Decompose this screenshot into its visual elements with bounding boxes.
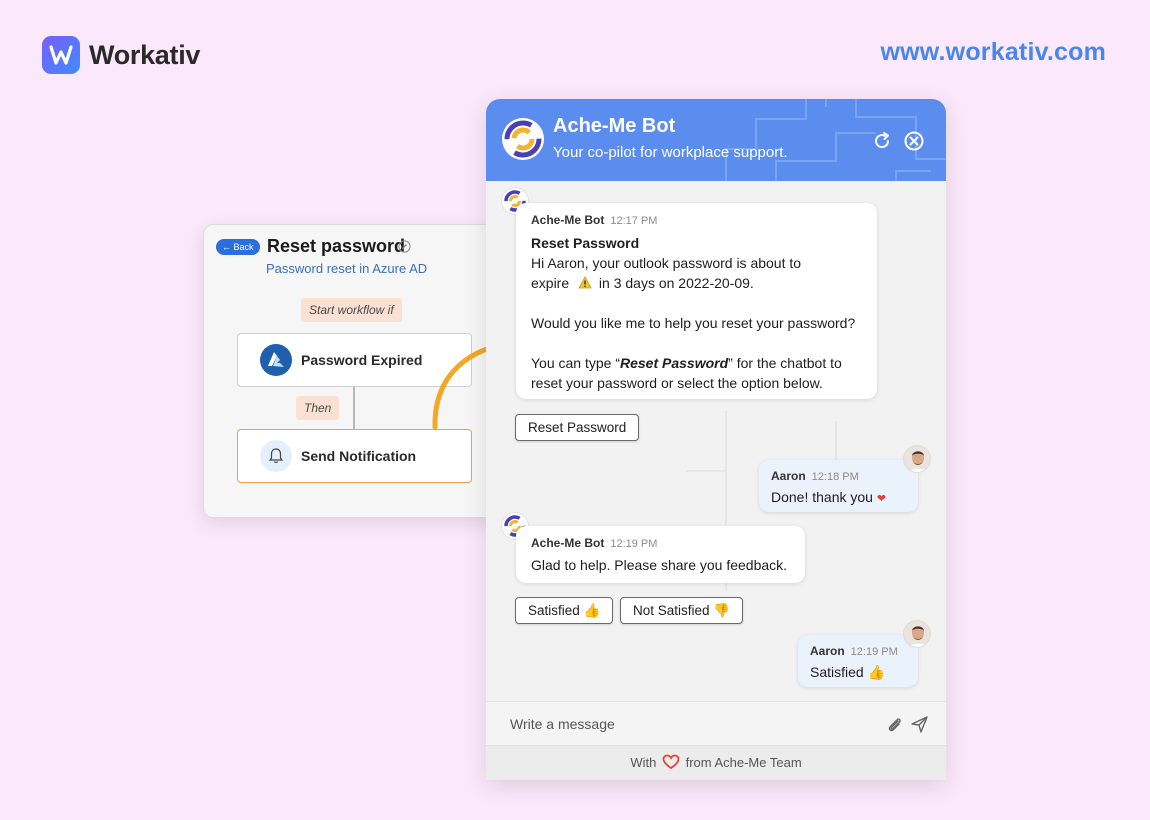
heart-icon xyxy=(662,754,680,770)
edit-icon[interactable] xyxy=(398,240,411,253)
message-body: Done! thank you ❤ xyxy=(771,487,886,509)
message-body: Satisfied 👍 xyxy=(810,664,886,680)
node-send-notification[interactable]: Send Notification xyxy=(237,429,472,483)
user-avatar xyxy=(903,445,931,473)
message-text: You can type “ xyxy=(531,355,620,371)
sender-name: Ache-Me Bot xyxy=(531,536,605,550)
then-tag: Then xyxy=(296,396,340,420)
message-time: 12:18 PM xyxy=(811,471,859,483)
node-label: Send Notification xyxy=(301,448,417,464)
node-label: Password Expired xyxy=(301,352,423,368)
sender-name: Aaron xyxy=(771,469,806,483)
message-body: Glad to help. Please share you feedback. xyxy=(531,557,788,573)
bot-name: Ache-Me Bot xyxy=(553,115,676,137)
message-time: 12:19 PM xyxy=(850,646,898,658)
azure-icon xyxy=(260,344,292,376)
bot-message-bubble: Ache-Me Bot 12:19 PM Glad to help. Please… xyxy=(516,526,805,583)
message-meta: Aaron 12:19 PM xyxy=(810,644,898,658)
message-body: Reset Password Hi Aaron, your outlook pa… xyxy=(531,233,871,393)
sender-name: Aaron xyxy=(810,644,845,658)
send-icon[interactable] xyxy=(909,714,930,735)
bot-tagline: Your co-pilot for workplace support. xyxy=(553,144,788,161)
reset-password-option-button[interactable]: Reset Password xyxy=(515,414,640,441)
footer-prefix: With xyxy=(630,755,657,770)
refresh-icon[interactable] xyxy=(871,130,893,152)
not-satisfied-option-button[interactable]: Not Satisfied 👎 xyxy=(620,597,744,624)
chat-header: Ache-Me Bot Your co-pilot for workplace … xyxy=(486,99,946,181)
workflow-subtitle: Password reset in Azure AD xyxy=(266,261,428,276)
message-text: expire xyxy=(531,275,570,291)
message-emphasis: Reset Password xyxy=(620,355,729,371)
connector-line xyxy=(353,387,355,429)
message-composer[interactable]: Write a message xyxy=(486,701,946,745)
workativ-logo[interactable]: Workativ xyxy=(42,36,200,74)
user-message-bubble: Aaron 12:19 PM Satisfied 👍 xyxy=(798,635,918,687)
warning-icon xyxy=(578,276,592,289)
message-line: reset your password or select the option… xyxy=(531,375,823,391)
message-line: Hi Aaron, your outlook password is about… xyxy=(531,255,802,271)
message-meta: Ache-Me Bot 12:19 PM xyxy=(531,536,657,550)
message-title: Reset Password xyxy=(531,235,640,251)
user-avatar xyxy=(903,620,931,648)
message-text: ” for the chatbot to xyxy=(728,355,842,371)
brand-name: Workativ xyxy=(89,39,201,70)
user-message-bubble: Aaron 12:18 PM Done! thank you ❤ xyxy=(759,460,918,512)
message-meta: Aaron 12:18 PM xyxy=(771,469,859,483)
satisfied-option-button[interactable]: Satisfied 👍 xyxy=(515,597,614,624)
heart-icon: ❤ xyxy=(876,493,887,505)
message-meta: Ache-Me Bot 12:17 PM xyxy=(531,213,657,227)
bell-icon xyxy=(260,440,292,472)
message-text: Done! thank you xyxy=(771,489,873,505)
bot-message-bubble: Ache-Me Bot 12:17 PM Reset Password Hi Aa… xyxy=(516,203,877,399)
close-icon[interactable] xyxy=(903,130,925,152)
attachment-icon[interactable] xyxy=(884,715,904,735)
back-button[interactable]: ← Back xyxy=(216,239,260,255)
bot-logo-icon xyxy=(502,118,544,160)
chat-widget: Ache-Me Bot Your co-pilot for workplace … xyxy=(486,99,946,780)
message-time: 12:17 PM xyxy=(610,215,658,227)
message-time: 12:19 PM xyxy=(610,538,658,550)
workativ-logo-icon xyxy=(42,36,80,74)
message-text: in 3 days on 2022-20-09. xyxy=(598,275,754,291)
workflow-title: Reset password xyxy=(267,236,406,256)
message-input[interactable]: Write a message xyxy=(510,716,615,732)
chat-footer: With from Ache-Me Team xyxy=(486,745,946,780)
footer-suffix: from Ache-Me Team xyxy=(685,755,802,770)
message-line: expire in 3 days on 2022-20-09. xyxy=(531,273,871,293)
sender-name: Ache-Me Bot xyxy=(531,213,605,227)
message-list: Ache-Me Bot 12:17 PM Reset Password Hi Aa… xyxy=(486,181,946,701)
start-workflow-tag: Start workflow if xyxy=(301,298,402,322)
message-line: You can type “Reset Password” for the ch… xyxy=(531,353,871,373)
site-url[interactable]: www.workativ.com xyxy=(881,38,1106,67)
message-line: Would you like me to help you reset your… xyxy=(531,315,856,331)
